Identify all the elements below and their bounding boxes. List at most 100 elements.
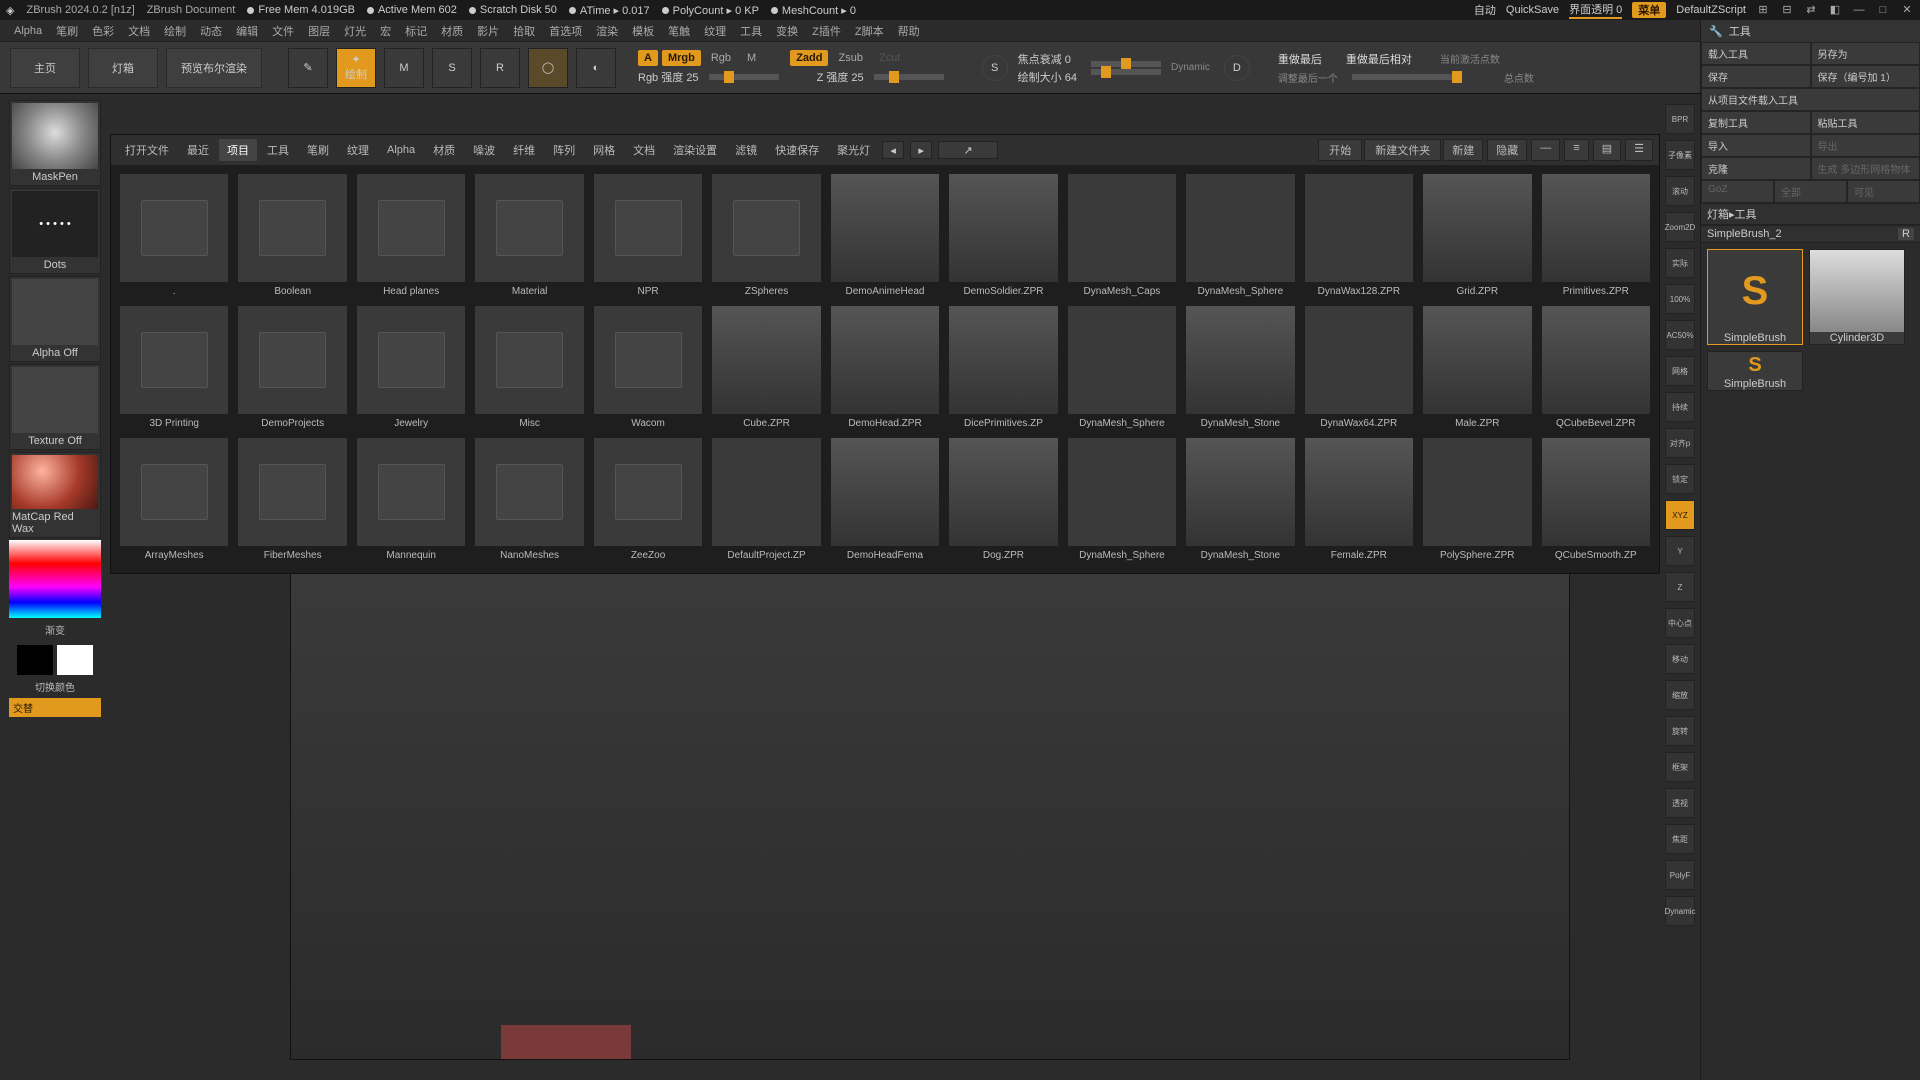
tool-thumb-cylinder[interactable]: Cylinder3D [1809,249,1905,345]
nav-透视[interactable]: 透视 [1665,788,1695,818]
menu-marker[interactable]: 标记 [405,23,427,39]
nav-100%[interactable]: 100% [1665,284,1695,314]
float-icon[interactable]: ◧ [1828,3,1842,17]
lightbox-item[interactable]: Dog.ZPR [948,437,1058,561]
lightbox-item[interactable]: Material [474,173,584,297]
lightbox-item[interactable]: DemoHead.ZPR [830,305,940,429]
lightbox-item[interactable]: DynaWax128.ZPR [1304,173,1414,297]
lightbox-item[interactable]: Misc [474,305,584,429]
nav-滚动[interactable]: 滚动 [1665,176,1695,206]
menu-dynamic[interactable]: 动态 [200,23,222,39]
tab-bpr[interactable]: 预览布尔渲染 [166,48,262,88]
nav-y[interactable]: Y [1665,536,1695,566]
menu-movie[interactable]: 影片 [477,23,499,39]
lightbox-item[interactable]: Wacom [593,305,703,429]
dynamic-label[interactable]: Dynamic [1171,62,1210,73]
lightbox-item[interactable]: Primitives.ZPR [1541,173,1651,297]
lb-newfolder-button[interactable]: 新建文件夹 [1364,139,1441,161]
lightbox-item[interactable]: ZeeZoo [593,437,703,561]
lightbox-item[interactable]: 3D Printing [119,305,229,429]
lightbox-item[interactable]: DynaMesh_Stone [1185,305,1295,429]
lightbox-item[interactable]: DemoHeadFema [830,437,940,561]
lb-tab-filter[interactable]: 滤镜 [727,139,765,161]
lightbox-item[interactable]: DemoProjects [237,305,347,429]
paste-tool-button[interactable]: 粘贴工具 [1811,111,1920,134]
goz-visible-button[interactable]: 可见 [1847,180,1920,203]
ui-transparency[interactable]: 界面透明 0 [1569,1,1622,19]
arrows-icon[interactable]: ⇄ [1804,3,1818,17]
minimize-icon[interactable]: — [1852,3,1866,17]
nav-子像素[interactable]: 子像素 [1665,140,1695,170]
lightbox-item[interactable]: DynaMesh_Sphere [1185,173,1295,297]
goz-button[interactable]: GoZ [1701,180,1774,203]
menu-brush[interactable]: 笔刷 [56,23,78,39]
redo-relative-button[interactable]: 重做最后相对 [1346,51,1412,67]
lightbox-item[interactable]: DynaMesh_Caps [1067,173,1177,297]
channel-zcut[interactable]: Zcut [873,50,906,66]
rotate-mode-button[interactable]: R [480,48,520,88]
save-as-button[interactable]: 另存为 [1811,42,1920,65]
menu-tool[interactable]: 工具 [740,23,762,39]
nav-持续[interactable]: 持续 [1665,392,1695,422]
menu-prefs[interactable]: 首选项 [549,23,582,39]
tab-lightbox[interactable]: 灯箱 [88,48,158,88]
channel-rgb[interactable]: Rgb [705,50,737,66]
lb-tab-doc[interactable]: 文档 [625,139,663,161]
lightbox-item[interactable]: DynaWax64.ZPR [1304,305,1414,429]
nav-焦距[interactable]: 焦距 [1665,824,1695,854]
gizmo-button[interactable]: ◐ [576,48,616,88]
menu-light[interactable]: 灯光 [344,23,366,39]
brush-slot[interactable]: MaskPen [9,100,101,186]
menu-render[interactable]: 渲染 [596,23,618,39]
menu-macro[interactable]: 宏 [380,23,391,39]
channel-m[interactable]: M [741,50,762,66]
lightbox-item[interactable]: ZSpheres [711,173,821,297]
alternate-button[interactable]: 交替 [9,698,101,717]
menu-document[interactable]: 文档 [128,23,150,39]
menu-zscript[interactable]: Z脚本 [855,23,884,39]
texture-slot[interactable]: Texture Off [9,364,101,450]
channel-zsub[interactable]: Zsub [832,50,868,66]
lb-tab-array[interactable]: 阵列 [545,139,583,161]
draw-size-slider[interactable] [1091,69,1161,75]
quicksave-button[interactable]: QuickSave [1506,4,1559,16]
edit-mode-button[interactable]: ✎ [288,48,328,88]
gradient-label[interactable]: 渐变 [45,620,65,639]
lightbox-item[interactable]: Grid.ZPR [1422,173,1532,297]
lightbox-item[interactable]: QCubeBevel.ZPR [1541,305,1651,429]
lb-tab-recent[interactable]: 最近 [179,139,217,161]
color-picker[interactable] [9,540,101,618]
tool-panel-header[interactable]: 🔧工具 [1701,20,1920,42]
lightbox-item[interactable]: DefaultProject.ZP [711,437,821,561]
close-icon[interactable]: ✕ [1900,3,1914,17]
menu-stencil[interactable]: 模板 [632,23,654,39]
import-button[interactable]: 导入 [1701,134,1811,157]
menu-alpha[interactable]: Alpha [14,25,42,37]
menu-layer[interactable]: 图层 [308,23,330,39]
lightbox-item[interactable]: . [119,173,229,297]
document-viewport[interactable] [290,564,1570,1060]
lb-view-med-icon[interactable]: ≡ [1564,139,1588,161]
swatch-secondary[interactable] [57,645,93,675]
lightbox-item[interactable]: PolySphere.ZPR [1422,437,1532,561]
nav-polyf[interactable]: PolyF [1665,860,1695,890]
lb-prev-button[interactable]: ◂ [882,141,904,159]
menu-edit[interactable]: 编辑 [236,23,258,39]
lb-tab-fiber[interactable]: 纤维 [505,139,543,161]
stroke-slot[interactable]: • • • • • Dots [9,188,101,274]
nav-实际[interactable]: 实际 [1665,248,1695,278]
menu-draw[interactable]: 绘制 [164,23,186,39]
lightbox-tool-section[interactable]: 灯箱▸工具 [1701,203,1920,225]
lb-open-button[interactable]: 开始 [1318,139,1362,161]
lb-tab-material[interactable]: 材质 [425,139,463,161]
lightbox-item[interactable]: Cube.ZPR [711,305,821,429]
lb-tab-open[interactable]: 打开文件 [117,139,177,161]
lb-tab-noise[interactable]: 噪波 [465,139,503,161]
lb-tab-alpha[interactable]: Alpha [379,141,423,159]
channel-mrgb[interactable]: Mrgb [662,50,701,66]
menu-toggle[interactable]: 菜单 [1632,2,1666,18]
menu-picker[interactable]: 拾取 [513,23,535,39]
lb-new-button[interactable]: 新建 [1443,139,1483,161]
nav-xyz[interactable]: XYZ [1665,500,1695,530]
clone-button[interactable]: 克隆 [1701,157,1811,180]
